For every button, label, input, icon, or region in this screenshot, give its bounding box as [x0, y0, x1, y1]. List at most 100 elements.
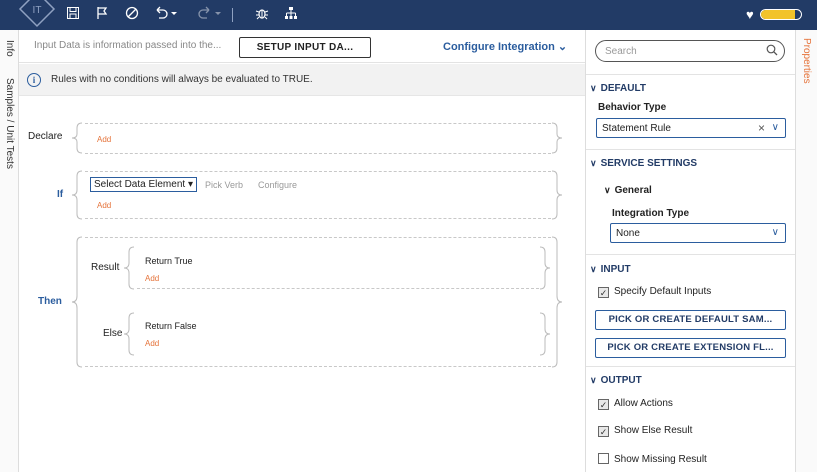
result-close-brace: [539, 246, 551, 290]
default-section-title: DEFAULT: [600, 83, 646, 94]
setup-input-data-button[interactable]: SETUP INPUT DA...: [239, 37, 371, 58]
health-progress-fill: [761, 10, 795, 19]
disable-icon[interactable]: [123, 6, 141, 24]
show-missing-result-checkbox[interactable]: Show Missing Result: [598, 453, 707, 465]
undo-icon[interactable]: [152, 6, 180, 24]
properties-panel: Search ∨ DEFAULT Behavior Type Statement …: [585, 30, 795, 472]
general-subsection-title: General: [614, 185, 652, 196]
return-false-statement[interactable]: Return False: [145, 321, 197, 331]
chevron-down-icon: ⌄: [557, 41, 568, 53]
input-section-title: INPUT: [600, 264, 631, 275]
input-section-header[interactable]: ∨ INPUT: [590, 264, 631, 275]
divider: [586, 366, 795, 367]
chevron-down-icon: ∨: [604, 185, 611, 195]
top-toolbar: IT ♥: [0, 0, 817, 30]
search-placeholder: Search: [605, 46, 637, 57]
chevron-down-icon: ∨: [590, 158, 597, 168]
else-label: Else: [103, 328, 123, 339]
redo-icon[interactable]: [196, 6, 224, 24]
integration-type-select[interactable]: None ∨: [610, 223, 786, 243]
if-open-brace: [71, 170, 83, 220]
pick-verb-link[interactable]: Pick Verb: [205, 180, 243, 190]
info-banner: i Rules with no conditions will always b…: [19, 64, 585, 96]
tree-icon[interactable]: [282, 6, 300, 24]
caret-down-icon: ▾: [187, 179, 193, 190]
info-banner-text: Rules with no conditions will always be …: [51, 74, 313, 85]
input-data-description: Input Data is information passed into th…: [34, 40, 222, 51]
chevron-down-icon: ∨: [590, 264, 597, 274]
pick-default-sample-button[interactable]: PICK OR CREATE DEFAULT SAM...: [595, 310, 786, 330]
output-section-header[interactable]: ∨ OUTPUT: [590, 375, 642, 386]
result-zone: [137, 247, 539, 289]
select-data-element-label: Select Data Element: [94, 179, 186, 190]
integration-type-label: Integration Type: [612, 208, 690, 219]
divider: [586, 149, 795, 150]
tab-samples-unit-tests[interactable]: Samples / Unit Tests: [4, 78, 15, 169]
divider: [586, 74, 795, 75]
declare-zone: [85, 123, 551, 154]
left-tab-strip: Info Samples / Unit Tests: [0, 30, 19, 472]
result-label: Result: [91, 262, 120, 273]
chevron-down-icon: ∨: [771, 227, 779, 238]
result-add-link[interactable]: Add: [145, 274, 159, 283]
config-bar: Input Data is information passed into th…: [19, 30, 585, 63]
if-add-link[interactable]: Add: [97, 201, 111, 210]
configure-integration-label: Configure Integration: [443, 41, 555, 53]
checkbox-checked-icon[interactable]: ✓: [598, 399, 609, 410]
allow-actions-checkbox[interactable]: ✓ Allow Actions: [598, 398, 673, 410]
show-else-result-label: Show Else Result: [614, 425, 693, 436]
configure-integration-dropdown[interactable]: Configure Integration ⌄: [443, 40, 567, 53]
service-settings-section-header[interactable]: ∨ SERVICE SETTINGS: [590, 158, 697, 169]
then-open-brace: [71, 236, 83, 368]
return-true-statement[interactable]: Return True: [145, 256, 193, 266]
pick-extension-flow-button[interactable]: PICK OR CREATE EXTENSION FL...: [595, 338, 786, 358]
clear-icon[interactable]: ×: [758, 121, 765, 135]
debug-icon[interactable]: [253, 6, 271, 24]
select-data-element-dropdown[interactable]: Select Data Element ▾: [90, 177, 197, 192]
behavior-type-label: Behavior Type: [598, 102, 667, 113]
if-label: If: [57, 189, 64, 200]
toolbar-divider: [232, 8, 233, 22]
specify-default-inputs-checkbox[interactable]: ✓ Specify Default Inputs: [598, 286, 711, 298]
then-label: Then: [38, 296, 62, 307]
flag-icon[interactable]: [93, 6, 111, 24]
checkbox-checked-icon[interactable]: ✓: [598, 287, 609, 298]
tab-info[interactable]: Info: [4, 40, 15, 57]
heart-icon: ♥: [746, 7, 754, 22]
divider: [586, 254, 795, 255]
rule-editor: Input Data is information passed into th…: [19, 30, 585, 472]
integration-type-value: None: [616, 228, 640, 239]
service-settings-title: SERVICE SETTINGS: [600, 158, 698, 169]
behavior-type-value: Statement Rule: [602, 123, 671, 134]
checkbox-unchecked-icon[interactable]: [598, 453, 609, 464]
output-section-title: OUTPUT: [600, 375, 642, 386]
show-else-result-checkbox[interactable]: ✓ Show Else Result: [598, 425, 692, 437]
tab-properties[interactable]: Properties: [801, 38, 812, 84]
save-icon[interactable]: [64, 6, 82, 24]
else-add-link[interactable]: Add: [145, 339, 159, 348]
declare-close-brace: [551, 122, 563, 154]
if-close-brace: [551, 170, 563, 220]
declare-label: Declare: [28, 131, 63, 142]
default-section-header[interactable]: ∨ DEFAULT: [590, 83, 646, 94]
else-open-brace: [123, 312, 135, 356]
declare-add-link[interactable]: Add: [97, 135, 111, 144]
right-tab-strip: Properties: [795, 30, 817, 472]
configure-link[interactable]: Configure: [258, 180, 297, 190]
info-icon: i: [27, 73, 41, 87]
behavior-type-select[interactable]: Statement Rule × ∨: [596, 118, 786, 138]
checkbox-checked-icon[interactable]: ✓: [598, 426, 609, 437]
health-progress-bar: [760, 9, 802, 20]
chevron-down-icon: ∨: [771, 122, 779, 133]
chevron-down-icon: ∨: [590, 375, 597, 385]
search-icon[interactable]: [766, 43, 778, 60]
search-input[interactable]: Search: [595, 40, 785, 62]
allow-actions-label: Allow Actions: [614, 398, 673, 409]
else-zone: [137, 313, 539, 355]
show-missing-result-label: Show Missing Result: [614, 454, 707, 465]
svg-text:IT: IT: [33, 5, 42, 16]
declare-open-brace: [71, 122, 83, 154]
else-close-brace: [539, 312, 551, 356]
chevron-down-icon: ∨: [590, 83, 597, 93]
general-subsection-header[interactable]: ∨ General: [604, 185, 652, 196]
